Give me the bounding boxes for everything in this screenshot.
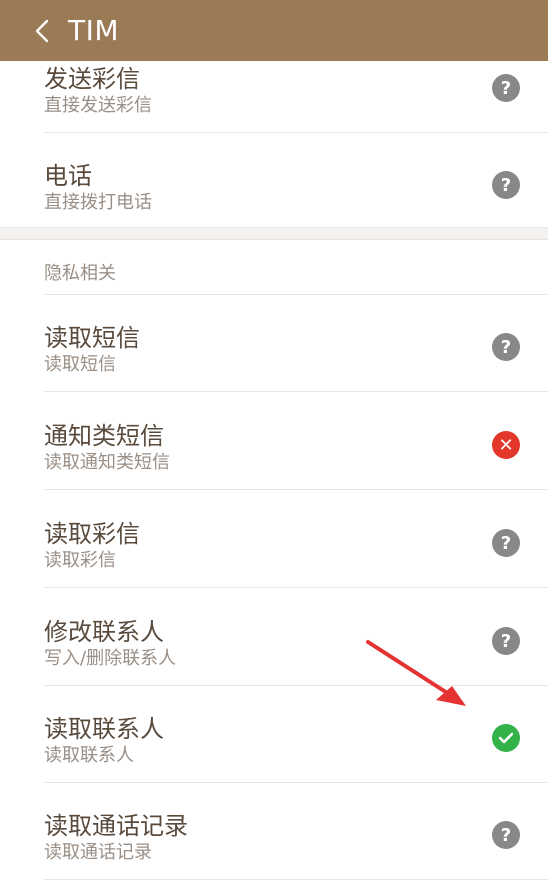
- permission-name: 读取联系人: [44, 715, 164, 743]
- permission-row-notification-sms[interactable]: 通知类短信 读取通知类短信 ✕: [0, 393, 548, 490]
- question-status-icon[interactable]: ?: [492, 821, 520, 849]
- page-title: TIM: [68, 14, 120, 47]
- permission-row-phone[interactable]: 电话 直接拨打电话 ?: [0, 133, 548, 230]
- permission-description: 直接拨打电话: [44, 192, 152, 213]
- row-divider: [44, 879, 548, 880]
- permission-description: 写入/删除联系人: [44, 648, 177, 669]
- permission-description: 读取彩信: [44, 550, 116, 571]
- permission-description: 读取短信: [44, 354, 116, 375]
- permission-name: 通知类短信: [44, 422, 164, 450]
- permission-name: 读取通话记录: [44, 812, 188, 840]
- question-status-icon[interactable]: ?: [492, 627, 520, 655]
- section-gap: [0, 227, 548, 240]
- permission-description: 读取通知类短信: [44, 452, 170, 473]
- question-status-icon[interactable]: ?: [492, 529, 520, 557]
- row-divider: [44, 489, 548, 490]
- deny-x-icon[interactable]: ✕: [492, 431, 520, 459]
- permission-description: 读取通话记录: [44, 842, 152, 863]
- row-divider: [44, 391, 548, 392]
- permission-name: 电话: [44, 162, 92, 190]
- permission-description: 直接发送彩信: [44, 95, 152, 116]
- permission-row-read-sms[interactable]: 读取短信 读取短信 ?: [0, 295, 548, 392]
- app-header: TIM: [0, 0, 548, 61]
- question-status-icon[interactable]: ?: [492, 74, 520, 102]
- permission-name: 读取短信: [44, 324, 140, 352]
- permission-name: 修改联系人: [44, 618, 164, 646]
- back-button[interactable]: [28, 17, 56, 45]
- permission-description: 读取联系人: [44, 745, 134, 766]
- permission-row-read-call-log[interactable]: 读取通话记录 读取通话记录 ?: [0, 783, 548, 880]
- permission-name: 读取彩信: [44, 520, 140, 548]
- permission-name: 发送彩信: [44, 65, 140, 93]
- allow-check-icon[interactable]: [492, 724, 520, 752]
- permission-list: 发送彩信 直接发送彩信 ? 电话 直接拨打电话 ? 隐私相关 读取短信 读取短信…: [0, 0, 548, 888]
- chevron-left-icon: [35, 19, 49, 42]
- question-status-icon[interactable]: ?: [492, 333, 520, 361]
- permission-row-modify-contacts[interactable]: 修改联系人 写入/删除联系人 ?: [0, 589, 548, 686]
- question-status-icon[interactable]: ?: [492, 171, 520, 199]
- permission-row-read-contacts[interactable]: 读取联系人 读取联系人: [0, 686, 548, 783]
- section-title-privacy: 隐私相关: [44, 263, 116, 284]
- permission-row-read-mms[interactable]: 读取彩信 读取彩信 ?: [0, 491, 548, 588]
- row-divider: [44, 587, 548, 588]
